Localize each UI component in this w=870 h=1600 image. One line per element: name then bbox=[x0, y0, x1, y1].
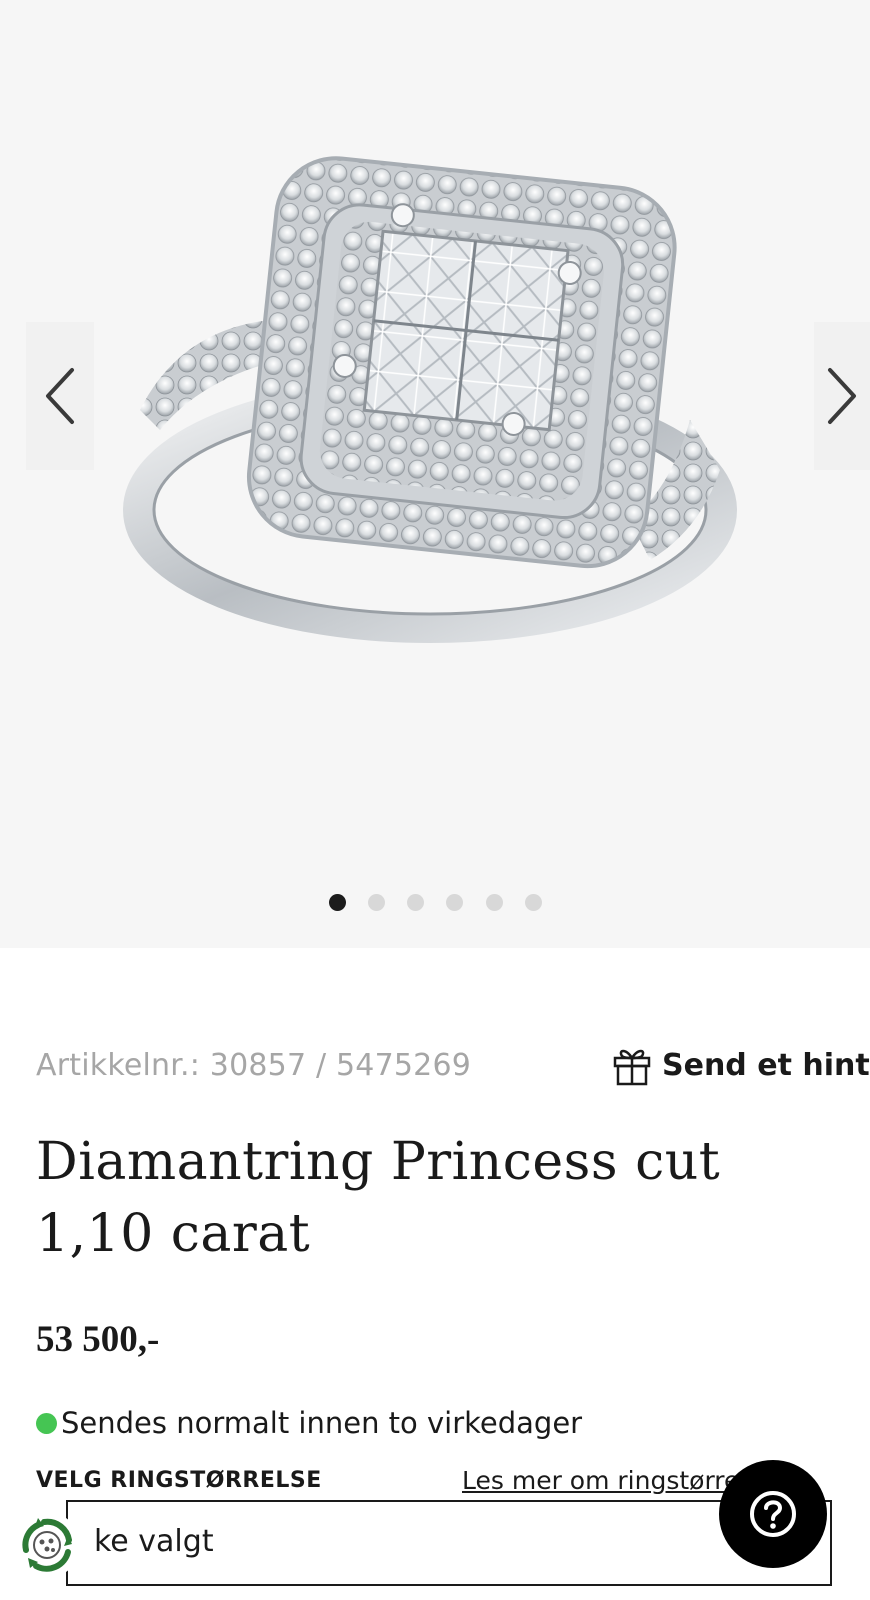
chevron-left-icon bbox=[46, 368, 74, 424]
chevron-right-icon bbox=[828, 368, 856, 424]
send-hint-button[interactable]: Send et hint bbox=[612, 1040, 870, 1090]
product-image-gallery[interactable] bbox=[0, 0, 870, 948]
recycle-badge[interactable] bbox=[14, 1512, 80, 1578]
stock-status: Sendes normalt innen to virkedager bbox=[36, 1406, 582, 1440]
stock-status-text: Sendes normalt innen to virkedager bbox=[61, 1406, 583, 1440]
gallery-prev-button[interactable] bbox=[26, 322, 94, 470]
question-mark-icon bbox=[750, 1491, 796, 1537]
gift-icon bbox=[613, 1049, 651, 1086]
gallery-dot-4[interactable] bbox=[446, 894, 463, 911]
gallery-dot-3[interactable] bbox=[407, 894, 424, 911]
gallery-dot-6[interactable] bbox=[525, 894, 542, 911]
article-number: Artikkelnr.: 30857 / 5475269 bbox=[36, 1048, 472, 1083]
ring-size-selected-value: ke valgt bbox=[94, 1524, 214, 1559]
product-title: Diamantring Princess cut 1,10 carat bbox=[36, 1132, 721, 1264]
ring-size-label: VELG RINGSTØRRELSE bbox=[36, 1468, 322, 1493]
send-hint-label: Send et hint bbox=[662, 1047, 870, 1083]
stock-indicator-icon bbox=[36, 1412, 57, 1434]
recycle-badge-icon bbox=[22, 1518, 72, 1572]
product-image bbox=[123, 156, 737, 643]
gallery-dot-2[interactable] bbox=[368, 894, 385, 911]
gallery-dot-1[interactable] bbox=[329, 894, 346, 911]
gallery-next-button[interactable] bbox=[814, 322, 870, 470]
gallery-pagination bbox=[0, 894, 870, 912]
help-chat-button[interactable] bbox=[719, 1460, 827, 1568]
gallery-dot-5[interactable] bbox=[486, 894, 503, 911]
product-price: 53 500,- bbox=[36, 1319, 160, 1360]
